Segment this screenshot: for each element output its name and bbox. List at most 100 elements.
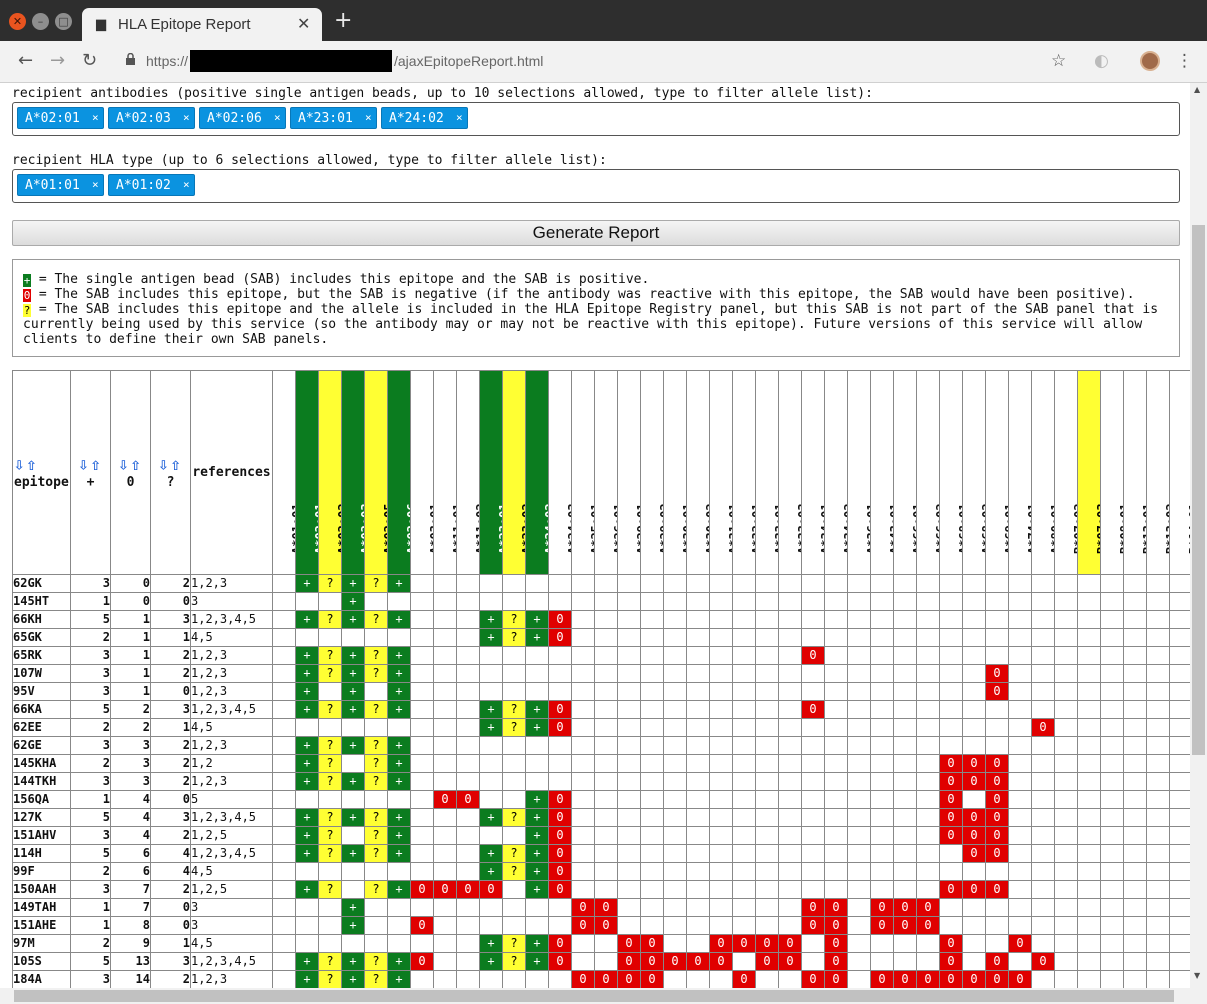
scroll-down-arrow-icon[interactable]: ▼ xyxy=(1194,971,1200,980)
allele-cell xyxy=(1169,754,1190,773)
allele-header[interactable]: A*25:01 xyxy=(571,370,595,575)
allele-cell: ? xyxy=(364,970,388,989)
allele-header[interactable]: A*69:01 xyxy=(985,370,1009,575)
allele-header[interactable]: A*24:02 xyxy=(525,370,549,575)
sort-arrows-icon[interactable]: ⇩⇧ xyxy=(14,455,70,475)
new-tab-button[interactable]: + xyxy=(334,10,352,32)
reload-icon[interactable]: ↻ xyxy=(82,50,97,72)
question-count-header[interactable]: ⇩⇧? xyxy=(150,370,191,575)
allele-header[interactable]: B*13:02 xyxy=(1146,370,1170,575)
antibody-chip[interactable]: A*23:01 × xyxy=(290,107,377,129)
allele-header[interactable]: A*11:02 xyxy=(456,370,480,575)
allele-header[interactable]: A*11:01 xyxy=(433,370,457,575)
allele-header[interactable]: A*30:02 xyxy=(686,370,710,575)
allele-header[interactable]: B*14:01 xyxy=(1169,370,1190,575)
allele-cell xyxy=(686,898,710,917)
allele-cell xyxy=(755,880,779,899)
antibodies-select[interactable]: A*02:01 × A*02:03 × A*02:06 × A*23:01 × A*24:02 × xyxy=(12,102,1180,136)
sort-arrows-icon[interactable]: ⇩⇧ xyxy=(72,455,110,475)
maximize-window-icon[interactable]: □ xyxy=(55,13,72,30)
extension-icon[interactable]: ◐ xyxy=(1094,51,1109,71)
hla-type-chip[interactable]: A*01:02 × xyxy=(108,174,195,196)
allele-header[interactable]: A*66:01 xyxy=(893,370,917,575)
allele-header[interactable]: A*66:02 xyxy=(916,370,940,575)
hla-type-chip[interactable]: A*01:01 × xyxy=(17,174,104,196)
chip-remove-icon[interactable]: × xyxy=(365,111,372,124)
allele-header[interactable]: A*29:01 xyxy=(617,370,641,575)
references-cell: 3 xyxy=(190,916,273,935)
generate-report-button[interactable]: Generate Report xyxy=(12,220,1180,246)
allele-header[interactable]: A*32:01 xyxy=(732,370,756,575)
url-scheme[interactable]: https:// xyxy=(146,53,188,69)
allele-cell xyxy=(640,772,664,791)
hla-type-select[interactable]: A*01:01 × A*01:02 × xyxy=(12,169,1180,203)
chip-remove-icon[interactable]: × xyxy=(456,111,463,124)
allele-header[interactable]: B*13:01 xyxy=(1123,370,1147,575)
allele-header[interactable]: A*02:03 xyxy=(341,370,365,575)
chip-remove-icon[interactable]: × xyxy=(92,111,99,124)
references-header[interactable]: references xyxy=(190,370,273,575)
scroll-up-arrow-icon[interactable]: ▲ xyxy=(1194,85,1200,94)
forward-arrow-icon[interactable]: → xyxy=(50,50,65,72)
chip-remove-icon[interactable]: × xyxy=(92,178,99,191)
sort-arrows-icon[interactable]: ⇩⇧ xyxy=(152,455,190,475)
zero-count-header[interactable]: ⇩⇧ 0 xyxy=(110,370,151,575)
redacted-host xyxy=(190,50,392,72)
allele-header[interactable]: B*07:03 xyxy=(1077,370,1101,575)
allele-cell: + xyxy=(341,808,365,827)
tab-close-icon[interactable]: ✕ xyxy=(297,14,310,33)
allele-header[interactable]: A*68:01 xyxy=(939,370,963,575)
allele-header[interactable]: A*31:01 xyxy=(709,370,733,575)
vertical-scrollbar[interactable]: ▲ ▼ xyxy=(1190,83,1207,988)
allele-header[interactable]: A*29:02 xyxy=(640,370,664,575)
allele-header[interactable]: A*23:02 xyxy=(502,370,526,575)
url-path[interactable]: /ajaxEpitopeReport.html xyxy=(394,53,543,69)
antibody-chip[interactable]: A*02:03 × xyxy=(108,107,195,129)
epitope-header[interactable]: ⇩⇧ epitope xyxy=(12,370,71,575)
allele-cell xyxy=(663,736,687,755)
close-window-icon[interactable]: ✕ xyxy=(9,13,26,30)
scrollbar-thumb[interactable] xyxy=(1192,225,1205,755)
back-arrow-icon[interactable]: ← xyxy=(18,50,33,72)
allele-header[interactable]: B*07:02 xyxy=(1054,370,1078,575)
minimize-window-icon[interactable]: – xyxy=(32,13,49,30)
antibody-chip[interactable]: A*02:06 × xyxy=(199,107,286,129)
antibody-chip[interactable]: A*02:01 × xyxy=(17,107,104,129)
allele-header[interactable]: A*80:01 xyxy=(1031,370,1055,575)
allele-cell xyxy=(272,574,296,593)
allele-header[interactable]: A*68:02 xyxy=(962,370,986,575)
allele-header[interactable]: A*34:01 xyxy=(801,370,825,575)
allele-cell: 0 xyxy=(456,790,480,809)
allele-header[interactable]: A*30:01 xyxy=(663,370,687,575)
antibody-chip[interactable]: A*24:02 × xyxy=(381,107,468,129)
allele-header[interactable]: A*01:01 xyxy=(272,370,296,575)
allele-header[interactable]: B*08:01 xyxy=(1100,370,1124,575)
allele-header[interactable]: A*74:01 xyxy=(1008,370,1032,575)
allele-header[interactable]: A*43:01 xyxy=(870,370,894,575)
chip-remove-icon[interactable]: × xyxy=(183,111,190,124)
allele-header[interactable]: A*02:01 xyxy=(295,370,319,575)
allele-header[interactable]: A*23:01 xyxy=(479,370,503,575)
allele-header[interactable]: A*02:02 xyxy=(318,370,342,575)
plus-count-header[interactable]: ⇩⇧ + xyxy=(70,370,111,575)
allele-header[interactable]: A*33:03 xyxy=(778,370,802,575)
allele-header[interactable]: A*26:01 xyxy=(594,370,618,575)
allele-header[interactable]: A*02:05 xyxy=(364,370,388,575)
allele-header[interactable]: A*33:01 xyxy=(755,370,779,575)
allele-header[interactable]: A*34:02 xyxy=(824,370,848,575)
horizontal-scrollbar-thumb[interactable] xyxy=(14,990,1174,1002)
bookmark-star-icon[interactable]: ☆ xyxy=(1051,51,1066,71)
chip-remove-icon[interactable]: × xyxy=(274,111,281,124)
allele-cell xyxy=(410,718,434,737)
sort-arrows-icon[interactable]: ⇩⇧ xyxy=(112,455,150,475)
allele-header[interactable]: A*36:01 xyxy=(847,370,871,575)
browser-tab[interactable]: ▆ HLA Epitope Report ✕ xyxy=(82,8,322,41)
chip-remove-icon[interactable]: × xyxy=(183,178,190,191)
menu-kebab-icon[interactable]: ⋮ xyxy=(1176,51,1193,71)
allele-header[interactable]: A*03:01 xyxy=(410,370,434,575)
profile-avatar[interactable] xyxy=(1140,51,1160,71)
allele-cell xyxy=(571,880,595,899)
allele-header[interactable]: A*24:03 xyxy=(548,370,572,575)
horizontal-scrollbar[interactable] xyxy=(0,988,1207,1004)
allele-header[interactable]: A*02:06 xyxy=(387,370,411,575)
